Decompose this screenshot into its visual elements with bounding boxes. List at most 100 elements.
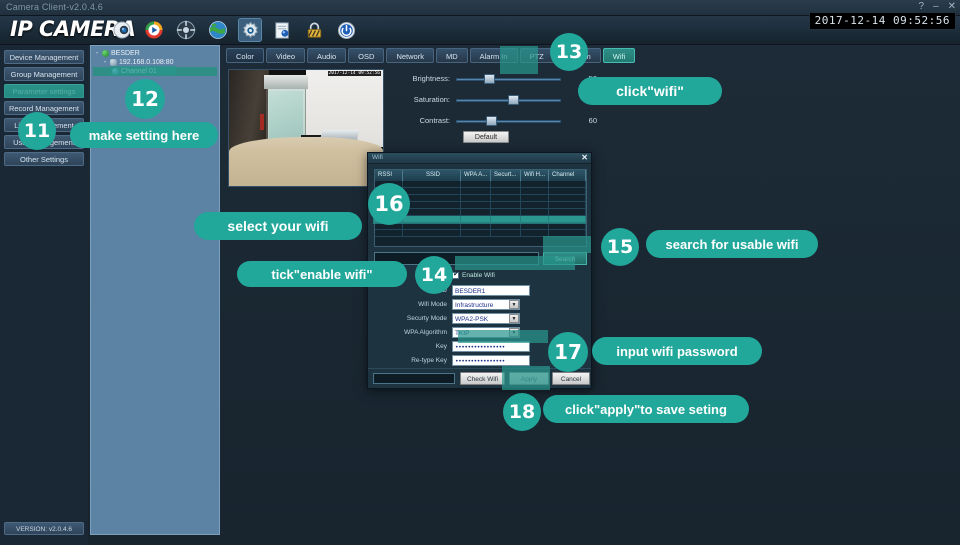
wifi-mode-value: Infrastructure [455,301,494,309]
globe-icon[interactable] [206,18,230,42]
table-row-selected[interactable] [375,216,586,223]
slider-track [456,77,561,81]
sidebar-item-other-settings[interactable]: Other Settings [4,152,84,166]
table-header-row: RSSI SSID WPA A... Securt... Wifi H... C… [375,170,586,181]
tab-md[interactable]: MD [435,48,468,63]
camera-icon [110,59,117,66]
key-label: Key [435,342,447,350]
saturation-slider[interactable] [456,94,561,105]
wifi-mode-select[interactable]: Infrastructure ▼ [452,298,520,310]
wpa-algorithm-select[interactable]: TKIP ▼ [452,326,520,338]
scene-red-object [259,114,265,131]
sidebar-item-device-management[interactable]: Device Management [4,50,84,64]
security-mode-value: WPA2-PSK [455,315,489,323]
callout-badge-13: 13 [550,33,588,71]
brightness-slider[interactable] [456,73,561,84]
contrast-slider[interactable] [456,115,561,126]
sidebar-item-group-management[interactable]: Group Management [4,67,84,81]
chevron-down-icon[interactable]: ▼ [509,313,519,323]
tab-color[interactable]: Color [226,48,264,63]
wifi-dialog-titlebar: Wifi ✕ [368,153,591,164]
column-header-security[interactable]: Securt... [491,170,521,181]
column-header-wifi-hardware[interactable]: Wifi H... [521,170,549,181]
callout-badge-17: 17 [548,332,588,372]
callout-badge-12: 12 [125,79,165,119]
cancel-button[interactable]: Cancel [552,372,590,385]
tab-video[interactable]: Video [265,48,305,63]
column-header-ssid[interactable]: SSID [403,170,461,181]
main-toolbar [110,18,358,42]
retype-key-input[interactable]: •••••••••••••••• [452,354,530,366]
tree-node-besder[interactable]: - BESDER [93,49,217,58]
camera-icon[interactable] [110,18,134,42]
check-wifi-button[interactable]: Check Wifi [460,372,505,385]
callout-pill-tick-enable-wifi: tick"enable wifi" [237,261,407,287]
callout-pill-search-for-usable-wifi: search for usable wifi [646,230,818,258]
enable-wifi-label: Enable Wifi [462,272,495,280]
tab-alarm-in[interactable]: Alarm In [469,48,518,63]
table-row[interactable] [375,181,586,188]
slider-knob[interactable] [486,115,497,126]
table-row[interactable] [375,230,586,237]
column-header-wpa-auth[interactable]: WPA A... [461,170,491,181]
contrast-value: 60 [588,116,597,125]
wifi-dialog-title: Wifi [372,154,383,161]
table-row[interactable] [375,223,586,230]
ptz-wheel-icon[interactable] [174,18,198,42]
callout-badge-14: 14 [415,256,453,294]
version-label: VERSION: v2.0.4.6 [4,522,84,535]
datetime-display: 2017-12-14 09:52:56 [808,12,956,30]
wifi-search-bar: Search [374,252,587,265]
default-button[interactable]: Default [463,131,509,143]
playback-icon[interactable] [142,18,166,42]
expander-icon[interactable]: - [102,58,108,67]
tab-wifi[interactable]: Wifi [602,48,636,63]
slider-track [456,119,561,123]
device-tree-panel: - BESDER - 192.168.0.108:80 Channel 01 [90,45,220,535]
video-preview[interactable]: 2017-12-14 09:52:56 [228,69,384,187]
log-document-icon[interactable] [270,18,294,42]
sidebar-item-parameter-settings[interactable]: Parameter settings [4,84,84,98]
saturation-row: Saturation: 128 [398,92,608,107]
key-input[interactable]: •••••••••••••••• [452,340,530,352]
security-mode-select[interactable]: WPA2-PSK ▼ [452,312,520,324]
saturation-label: Saturation: [413,95,450,104]
callout-pill-click-apply-to-save: click"apply"to save seting [543,395,749,423]
slider-knob[interactable] [484,73,495,84]
callout-pill-input-wifi-password: input wifi password [592,337,762,365]
callout-badge-18: 18 [503,393,541,431]
expander-icon[interactable]: - [94,49,100,58]
column-header-rssi[interactable]: RSSI [375,170,403,181]
callout-pill-click-wifi: click"wifi" [578,77,722,105]
apply-button[interactable]: Apply [509,372,549,385]
slider-knob[interactable] [508,94,519,105]
tree-node-channel-01[interactable]: Channel 01 [93,67,217,76]
chevron-down-icon[interactable]: ▼ [509,299,519,309]
wpa-algorithm-value: TKIP [455,329,470,337]
wifi-dialog-footer: Check Wifi Apply Cancel [368,368,591,388]
callout-pill-make-setting-here: make setting here [70,122,218,148]
tab-osd[interactable]: OSD [348,48,385,63]
close-icon[interactable]: ✕ [581,153,588,162]
power-icon[interactable] [334,18,358,42]
column-header-channel[interactable]: Channel [549,170,586,181]
gear-settings-icon[interactable] [238,18,262,42]
chevron-down-icon[interactable]: ▼ [509,327,519,337]
globe-icon [102,50,109,57]
tree-node-label: 192.168.0.108:80 [119,59,174,66]
enable-wifi-checkbox[interactable] [452,270,459,280]
search-button[interactable]: Search [543,252,587,265]
tree-node-device-ip[interactable]: - 192.168.0.108:80 [93,58,217,67]
lock-icon[interactable] [302,18,326,42]
enable-wifi-control[interactable]: Enable Wifi [452,267,495,285]
contrast-label: Contrast: [419,116,450,125]
status-input[interactable] [373,373,455,384]
tab-audio[interactable]: Audio [306,48,347,63]
ssid-input[interactable]: BESDER1 [452,284,530,296]
ssid-row: SSID BESDER1 [374,283,587,297]
tab-network[interactable]: Network [386,48,434,63]
tab-ptz[interactable]: PTZ [519,48,554,63]
contrast-row: Contrast: 60 [398,113,608,128]
osd-timestamp: 2017-12-14 09:52:56 [327,71,381,76]
scene-door-header [264,74,308,89]
